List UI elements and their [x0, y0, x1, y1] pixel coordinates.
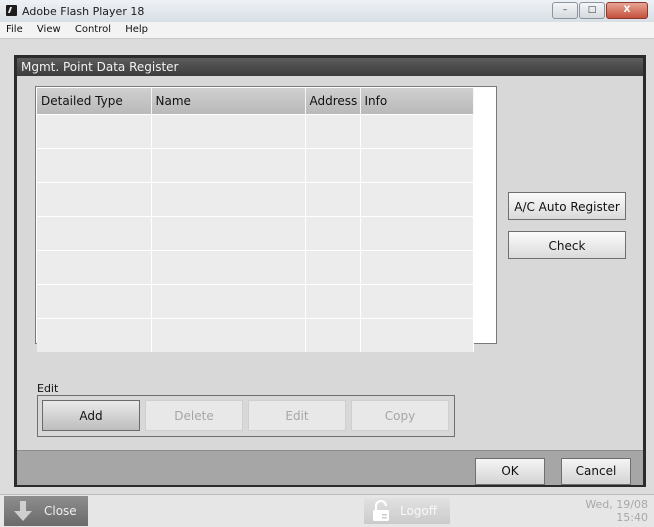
edit-button[interactable]: Edit [248, 400, 346, 431]
mgmt-point-dialog: Mgmt. Point Data Register Detailed Type … [14, 55, 646, 487]
maximize-button[interactable]: □ [579, 2, 605, 19]
table-cell [151, 148, 306, 183]
table-cell [37, 250, 152, 285]
close-button[interactable]: Close [4, 496, 88, 526]
column-header-detailed-type[interactable]: Detailed Type [37, 88, 152, 115]
table-cell [305, 148, 361, 183]
column-header-info[interactable]: Info [360, 88, 474, 115]
table-cell [305, 216, 361, 251]
table-cell [305, 114, 361, 149]
close-window-button[interactable]: X [606, 2, 648, 19]
table-cell [151, 114, 306, 149]
table-cell [360, 284, 474, 319]
menu-help[interactable]: Help [119, 22, 153, 35]
delete-button[interactable]: Delete [145, 400, 243, 431]
table-cell [151, 284, 306, 319]
table-row[interactable] [37, 148, 474, 183]
ok-button[interactable]: OK [475, 458, 545, 485]
table-row[interactable] [37, 182, 474, 217]
table-row[interactable] [37, 284, 474, 319]
time-label: 15:40 [616, 511, 648, 524]
table-cell [37, 216, 152, 251]
table-cell [151, 318, 306, 352]
table-cell [305, 318, 361, 352]
table-cell [37, 182, 152, 217]
table-cell [37, 284, 152, 319]
column-header-address[interactable]: Address [305, 88, 361, 115]
flash-player-icon [6, 5, 17, 16]
table-cell [37, 318, 152, 352]
table-cell [360, 250, 474, 285]
logoff-button[interactable]: Logoff [364, 498, 450, 524]
table-row[interactable] [37, 318, 474, 352]
date-time-display: Wed, 19/08 15:40 [585, 498, 648, 524]
menu-bar: File View Control Help [0, 22, 654, 39]
check-button[interactable]: Check [508, 231, 626, 259]
dialog-title: Mgmt. Point Data Register [17, 58, 643, 76]
table-header-row: Detailed Type Name Address Info [37, 88, 474, 115]
table-cell [360, 216, 474, 251]
table-cell [305, 182, 361, 217]
table-row[interactable] [37, 250, 474, 285]
table-cell [37, 114, 152, 149]
edit-group-label: Edit [37, 382, 59, 395]
add-button[interactable]: Add [42, 400, 140, 431]
table-cell [305, 284, 361, 319]
copy-button[interactable]: Copy [351, 400, 449, 431]
table-row[interactable] [37, 114, 474, 149]
table-cell [360, 318, 474, 352]
date-label: Wed, 19/08 [585, 498, 648, 511]
table-cell [360, 114, 474, 149]
dialog-footer: OK Cancel [17, 450, 643, 485]
menu-view[interactable]: View [31, 22, 66, 35]
window-titlebar: Adobe Flash Player 18 – □ X [0, 0, 654, 23]
edit-button-group: Add Delete Edit Copy [37, 395, 455, 437]
lock-icon [373, 500, 389, 521]
table-cell [360, 182, 474, 217]
column-header-name[interactable]: Name [151, 88, 306, 115]
menu-file[interactable]: File [0, 22, 28, 35]
table-cell [151, 182, 306, 217]
data-table: Detailed Type Name Address Info [37, 88, 474, 352]
logoff-label: Logoff [400, 504, 438, 518]
table-cell [151, 250, 306, 285]
table-cell [360, 148, 474, 183]
table-cell [151, 216, 306, 251]
bottom-taskbar: Close Logoff Wed, 19/08 15:40 [0, 494, 654, 527]
menu-control[interactable]: Control [69, 22, 116, 35]
window-controls: – □ X [551, 2, 648, 19]
down-arrow-icon [14, 501, 32, 521]
window-title: Adobe Flash Player 18 [22, 5, 145, 18]
close-button-label: Close [44, 504, 77, 518]
cancel-button[interactable]: Cancel [561, 458, 631, 485]
ac-auto-register-button[interactable]: A/C Auto Register [508, 192, 626, 220]
minimize-button[interactable]: – [552, 2, 578, 19]
table-row[interactable] [37, 216, 474, 251]
data-list-panel: Detailed Type Name Address Info [35, 86, 497, 352]
table-cell [305, 250, 361, 285]
table-cell [37, 148, 152, 183]
